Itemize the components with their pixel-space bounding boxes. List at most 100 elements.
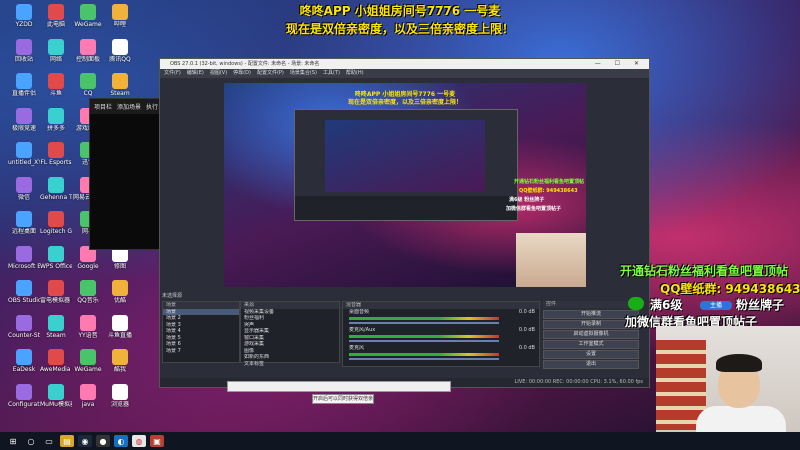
mixer-channel-name: 麦克风/Aux — [349, 326, 376, 333]
source-item[interactable]: 文本标签 — [241, 361, 339, 368]
desktop-icon[interactable]: 腾讯QQ — [104, 38, 136, 63]
menu-item[interactable]: 场景集合(S) — [290, 69, 317, 78]
desktop-icon[interactable]: Microsoft Edge — [8, 245, 40, 270]
menu-item[interactable]: 配置文件(P) — [257, 69, 284, 78]
control-button[interactable]: 设置 — [543, 349, 639, 359]
desktop-icon-label: Steam — [110, 90, 130, 97]
desktop-icon[interactable]: Steam — [104, 73, 136, 97]
desktop-icon[interactable]: 控制面板 — [72, 38, 104, 63]
desktop-icon[interactable]: 极限竞速 — [8, 107, 40, 132]
desktop-icon[interactable]: MuMu模拟器 — [40, 383, 72, 408]
desktop-icon[interactable]: 斗鱼 — [40, 73, 72, 97]
scenes-dock: 场景 场景 场景 2 场景 3 场景 4 场景 5 场景 6 场景 7 — [162, 301, 240, 363]
app-icon — [48, 280, 64, 296]
menu-item[interactable]: 视图(V) — [210, 69, 227, 78]
desktop-icon[interactable]: QQ音乐 — [72, 280, 104, 304]
volume-meter — [349, 334, 499, 338]
ad-qq-group: QQ壁纸群: 949438643 — [660, 282, 800, 296]
desktop-icon-label: EaDesk — [12, 366, 36, 373]
desktop-icon-label: 微信 — [17, 193, 30, 201]
desktop-icon[interactable]: 回收站 — [8, 38, 40, 63]
chrome-icon[interactable]: ◍ — [132, 435, 146, 447]
app-icon — [80, 280, 96, 296]
panel-tab[interactable]: 添加场景 — [117, 102, 141, 111]
desktop-icon[interactable]: WPS Office — [40, 245, 72, 270]
desktop-icon[interactable]: FL Esports — [40, 142, 72, 166]
desktop-icon[interactable]: 远程桌面 — [8, 211, 40, 235]
desktop-icon-label: Configuration — [8, 400, 40, 408]
floating-toolbar[interactable] — [227, 381, 451, 392]
app-icon — [48, 211, 64, 227]
preview-webcam — [516, 233, 586, 287]
desktop-icon-label: OBS Studio — [8, 297, 40, 304]
desktop-icon-label: Microsoft Edge — [8, 262, 40, 270]
panel-tab[interactable]: 执行 — [146, 102, 158, 111]
desktop-icon-label: Steam — [46, 331, 66, 339]
app-icon — [80, 73, 96, 89]
sources-dock: 来源 视频采集设备 粉丝福利 哭声 显示器采集 窗口采集 游戏采集 图像 如新的东西 文本标签 — [240, 301, 340, 367]
mixer-channel-level: 0.0 dB — [518, 326, 535, 333]
desktop-icon[interactable]: 微信 — [8, 176, 40, 201]
desktop-icon-label: Gehenna Tag release — [40, 193, 72, 201]
mixer-channel-level: 0.0 dB — [518, 344, 535, 351]
volume-slider[interactable] — [349, 339, 499, 342]
desktop-icon[interactable]: 优酷 — [104, 280, 136, 304]
menu-item[interactable]: 停靠(D) — [233, 69, 251, 78]
obs-window: OBS 27.0.1 (32-bit, windows) - 配置文件: 未命名… — [159, 58, 650, 388]
app-icon — [48, 107, 64, 124]
fan-badge: 主播 — [700, 301, 732, 310]
desktop-icon[interactable]: YY语音 — [72, 314, 104, 339]
panel-tab[interactable]: 项目栏 — [94, 102, 112, 111]
desktop-icon[interactable]: 直播伴侣 — [8, 73, 40, 97]
scene-item[interactable]: 场景 7 — [163, 348, 239, 355]
control-button[interactable]: 工作室模式 — [543, 339, 639, 349]
desktop-icon[interactable]: Gehenna Tag release — [40, 176, 72, 201]
steam-icon[interactable]: ◉ — [78, 435, 92, 447]
control-button[interactable]: 启动虚拟摄像机 — [543, 329, 639, 339]
desktop-icon[interactable]: Logitech G HUB — [40, 211, 72, 235]
menu-item[interactable]: 帮助(H) — [346, 69, 364, 78]
desktop-icon[interactable]: 酷我 — [104, 349, 136, 373]
obs-preview[interactable]: 咚咚APP 小姐姐房间号7776 一号麦 现在是双倍亲密度，以及三倍亲密度上限！… — [224, 83, 586, 287]
volume-slider[interactable] — [349, 321, 499, 324]
menu-item[interactable]: 编辑(E) — [187, 69, 204, 78]
volume-slider[interactable] — [349, 357, 499, 360]
desktop-icon[interactable]: Configuration — [8, 383, 40, 408]
task-view-icon[interactable]: ▭ — [42, 435, 56, 447]
taskbar: ⊞ ○ ▭ ▤ ◉ ● ◐ ◍ ▣ — [0, 432, 800, 450]
obs-icon[interactable]: ● — [96, 435, 110, 447]
desktop-icon[interactable]: java — [72, 383, 104, 408]
menu-item[interactable]: 文件(F) — [164, 69, 181, 78]
desktop-icon[interactable]: EaDesk — [8, 349, 40, 373]
desktop-icon[interactable]: untitled_XY 14 — [8, 142, 40, 166]
app-icon — [48, 314, 64, 331]
desktop-icon-label: CQ — [83, 90, 93, 97]
preview-overlay-subtitle: 现在是双倍亲密度，以及三倍亲密度上限！ — [347, 99, 462, 106]
desktop-icon[interactable]: 斗鱼直播 — [104, 314, 136, 339]
desktop-icon[interactable]: Counter-Strike — [8, 314, 40, 339]
edge-icon[interactable]: ◐ — [114, 435, 128, 447]
obs-docks: 未选择源 场景 场景 场景 2 场景 3 场景 4 场景 5 场景 6 场景 7 来源 视频… — [160, 291, 649, 387]
menu-item[interactable]: 工具(T) — [323, 69, 340, 78]
desktop-icon-label: Counter-Strike — [8, 331, 40, 339]
desktop-icon[interactable]: CQ — [72, 73, 104, 97]
desktop-icon[interactable]: WeGame — [72, 349, 104, 373]
file-explorer-icon[interactable]: ▤ — [60, 435, 74, 447]
app-icon[interactable]: ▣ — [150, 435, 164, 447]
mixer-channel-name: 麦克风 — [349, 344, 365, 351]
desktop-icon-label: Google — [77, 262, 99, 270]
ad-level-a: 满6级 — [650, 298, 683, 312]
desktop-icon[interactable]: 浏览器 — [104, 383, 136, 408]
control-button[interactable]: 退出 — [543, 359, 639, 369]
window-controls[interactable]: — ☐ ✕ — [595, 59, 645, 69]
desktop-icon[interactable]: OBS Studio — [8, 280, 40, 304]
streamer-body — [696, 406, 786, 432]
desktop-icon[interactable]: 拼多多 — [40, 107, 72, 132]
desktop-icon[interactable]: AweMedia RICentral — [40, 349, 72, 373]
desktop-icon[interactable]: 网络 — [40, 38, 72, 63]
desktop-icon[interactable]: 雷电模拟器 Game — [40, 280, 72, 304]
desktop-icon[interactable]: Steam — [40, 314, 72, 339]
windows-icon[interactable]: ⊞ — [6, 435, 20, 447]
desktop-icon-label: 极限竞速 — [11, 124, 36, 132]
search-icon[interactable]: ○ — [24, 435, 38, 447]
